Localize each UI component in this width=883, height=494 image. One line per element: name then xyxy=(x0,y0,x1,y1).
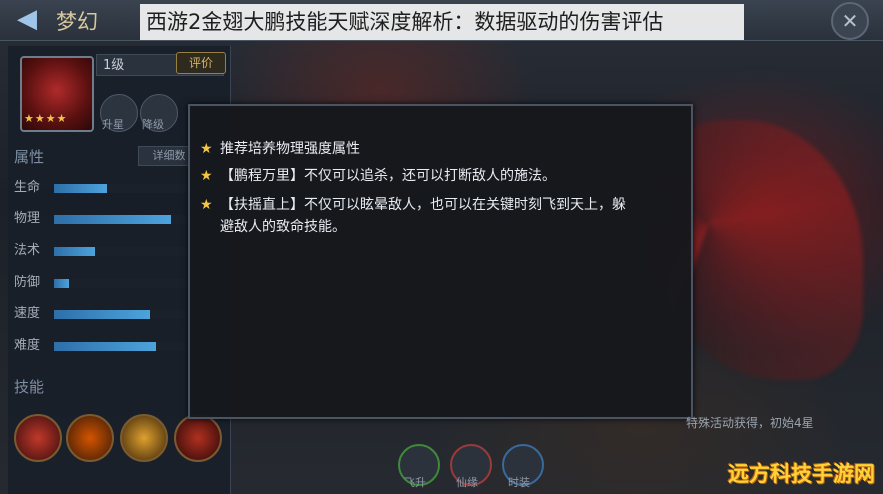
stat-bar xyxy=(54,342,204,351)
site-watermark: 远方科技手游网 xyxy=(728,462,875,486)
article-title-caption: 西游2金翅大鹏技能天赋深度解析：数据驱动的伤害评估 xyxy=(140,4,744,40)
stat-row-speed: 速度 xyxy=(14,304,214,324)
stat-bar-fill xyxy=(54,215,171,224)
stat-bar xyxy=(54,279,204,288)
stat-bar-fill xyxy=(54,247,95,256)
tip-text: 推荐培养物理强度属性 xyxy=(220,141,360,157)
stat-bar-fill xyxy=(54,342,156,351)
tip-text: 【鹏程万里】不仅可以追杀，还可以打断敌人的施法。 xyxy=(220,168,556,184)
skill-1-icon[interactable] xyxy=(14,414,62,462)
stat-bar xyxy=(54,215,204,224)
skill-3-icon[interactable] xyxy=(120,414,168,462)
stat-row-magic: 法术 xyxy=(14,241,214,261)
stat-label: 物理 xyxy=(14,211,41,226)
acquire-note: 特殊活动获得，初始4星 xyxy=(686,416,814,430)
title-caption-prefix: 梦幻 xyxy=(56,10,98,34)
star-bullet-icon: ★ xyxy=(200,168,213,184)
stat-bar xyxy=(54,247,204,256)
ascend-label: 飞升 xyxy=(404,476,426,489)
stat-label: 速度 xyxy=(14,306,41,321)
stat-label: 法术 xyxy=(14,243,41,258)
hero-star-rating: ★★★★ xyxy=(24,112,68,125)
skill-tips-popup: ★ 推荐培养物理强度属性 ★ 【鹏程万里】不仅可以追杀，还可以打断敌人的施法。 … xyxy=(188,104,693,419)
stat-row-difficulty: 难度 xyxy=(14,336,214,356)
stat-label: 难度 xyxy=(14,338,41,353)
tip-line-2: ★ 【鹏程万里】不仅可以追杀，还可以打断敌人的施法。 xyxy=(200,165,660,187)
tip-text: 【扶摇直上】不仅可以眩晕敌人，也可以在关键时刻飞到天上，躲避敌人的致命技能。 xyxy=(220,197,626,235)
stat-label: 防御 xyxy=(14,275,41,290)
stat-row-hp: 生命 xyxy=(14,178,214,198)
costume-label: 时装 xyxy=(508,476,530,489)
stat-bar-fill xyxy=(54,310,150,319)
close-button[interactable]: ✕ xyxy=(831,2,869,40)
tip-line-1: ★ 推荐培养物理强度属性 xyxy=(200,138,660,160)
downgrade-label: 降级 xyxy=(142,118,164,131)
stat-bar-fill xyxy=(54,279,69,288)
tip-line-3: ★ 【扶摇直上】不仅可以眩晕敌人，也可以在关键时刻飞到天上，躲避敌人的致命技能。 xyxy=(200,194,630,238)
star-bullet-icon: ★ xyxy=(200,197,213,213)
skills-heading: 技能 xyxy=(14,378,45,396)
stat-label: 生命 xyxy=(14,180,41,195)
rate-button[interactable]: 评价 xyxy=(176,52,226,74)
stat-bar-fill xyxy=(54,184,107,193)
stat-row-defense: 防御 xyxy=(14,273,214,293)
star-bullet-icon: ★ xyxy=(200,141,213,157)
fate-label: 仙缘 xyxy=(456,476,478,489)
skill-4-icon[interactable] xyxy=(174,414,222,462)
star-up-label: 升星 xyxy=(102,118,124,131)
stat-row-physical: 物理 xyxy=(14,209,214,229)
skill-2-icon[interactable] xyxy=(66,414,114,462)
stat-bar xyxy=(54,310,204,319)
attributes-heading: 属性 xyxy=(14,148,45,166)
stat-bar xyxy=(54,184,204,193)
back-arrow-icon[interactable]: ◀ xyxy=(4,4,50,34)
